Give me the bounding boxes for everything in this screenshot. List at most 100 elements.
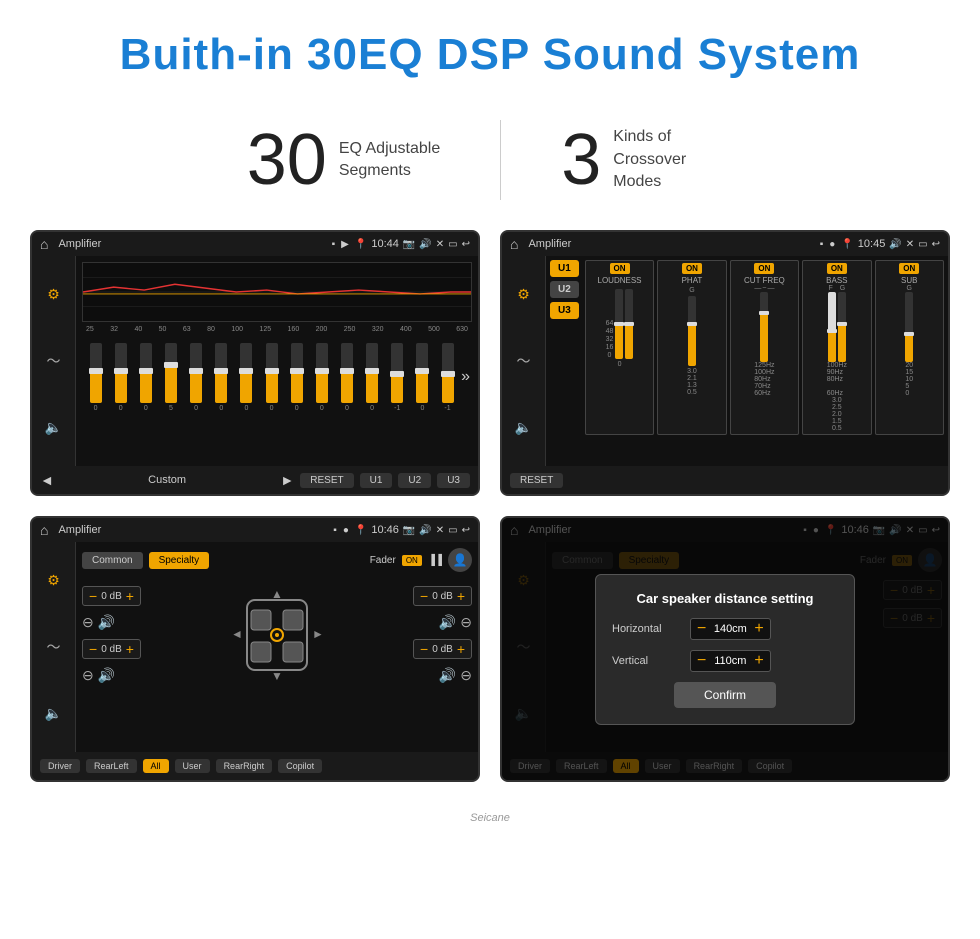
sp-speaker-icon[interactable]: 🔈 [45, 705, 62, 722]
sp-tl-icon1: ⊖ [82, 614, 94, 631]
eq-slider-5[interactable]: 0 [210, 343, 233, 412]
status-bar-cx: ⌂ Amplifier ▪ ● 📍 10:45 🔊 ✕ ▭ ↩ [502, 232, 948, 256]
reset-button[interactable]: RESET [300, 473, 353, 488]
expand-icon[interactable]: » [461, 368, 470, 386]
sp-home-icon[interactable]: ⌂ [40, 522, 48, 538]
bass-on[interactable]: ON [827, 263, 847, 274]
sp-close-icon: ✕ [436, 525, 444, 536]
sp-cam-icon: 📷 [403, 525, 415, 536]
sp-top-right-ctrl: − 0 dB + [413, 586, 472, 606]
eq-preset-label: Custom [60, 474, 275, 486]
u1-preset[interactable]: U1 [550, 260, 579, 277]
sp-right-controls: − 0 dB + 🔊 ⊖ − 0 dB + [413, 586, 472, 684]
cx-presets: U1 U2 U3 [550, 260, 579, 319]
cx-wave-icon[interactable]: 〜 [517, 351, 531, 371]
u2-preset[interactable]: U2 [550, 281, 579, 298]
common-mode-button[interactable]: Common [82, 552, 143, 569]
svg-text:▲: ▲ [271, 587, 283, 601]
cx-dot-icon: ● [829, 239, 835, 250]
vertical-plus[interactable]: + [754, 653, 763, 669]
eq-slider-3[interactable]: 5 [159, 343, 182, 412]
u2-button[interactable]: U2 [398, 473, 431, 488]
eq-slider-7[interactable]: 0 [260, 343, 283, 412]
tl-plus-btn[interactable]: + [126, 589, 134, 603]
sub-track[interactable] [905, 292, 913, 362]
eq-slider-8[interactable]: 0 [285, 343, 308, 412]
sp-loc-icon: 📍 [355, 525, 367, 536]
br-minus-btn[interactable]: − [420, 642, 428, 656]
cx-home-icon[interactable]: ⌂ [510, 236, 518, 252]
u3-preset[interactable]: U3 [550, 302, 579, 319]
eq-slider-0[interactable]: 0 [84, 343, 107, 412]
eq-slider-1[interactable]: 0 [109, 343, 132, 412]
prev-icon[interactable]: ◄ [40, 472, 54, 488]
cx-back-icon[interactable]: ↩ [932, 239, 940, 250]
stats-row: 30 EQ AdjustableSegments 3 Kinds ofCross… [0, 100, 980, 230]
eq-slider-14[interactable]: -1 [436, 343, 459, 412]
br-plus-btn[interactable]: + [457, 642, 465, 656]
eq-slider-13[interactable]: 0 [411, 343, 434, 412]
eq-slider-9[interactable]: 0 [310, 343, 333, 412]
loudness-on[interactable]: ON [610, 263, 630, 274]
cx-speaker-icon[interactable]: 🔈 [515, 419, 532, 436]
cutfreq-on[interactable]: ON [754, 263, 774, 274]
home-icon[interactable]: ⌂ [40, 236, 48, 252]
phat-on[interactable]: ON [682, 263, 702, 274]
loudness-track2[interactable] [625, 289, 633, 359]
freq-32: 32 [110, 326, 118, 333]
cx-screen-icon: ▭ [918, 239, 927, 250]
eq-content: ⚙ 〜 🔈 [32, 256, 478, 466]
eq-slider-2[interactable]: 0 [134, 343, 157, 412]
tr-minus-btn[interactable]: − [420, 589, 428, 603]
back-icon[interactable]: ↩ [462, 239, 470, 250]
bass-track2[interactable] [838, 292, 846, 362]
waveform-icon[interactable]: 〜 [47, 351, 61, 371]
eq-slider-10[interactable]: 0 [335, 343, 358, 412]
u1-button[interactable]: U1 [360, 473, 393, 488]
sp-content: ⚙ 〜 🔈 Common Specialty Fader ON ▐▐ 👤 [32, 542, 478, 752]
screen-eq-title: Amplifier [54, 238, 325, 250]
sub-on[interactable]: ON [899, 263, 919, 274]
loudness-track1[interactable] [615, 289, 623, 359]
driver-button[interactable]: Driver [40, 759, 80, 773]
next-icon[interactable]: ► [280, 472, 294, 488]
eq-slider-12[interactable]: -1 [386, 343, 409, 412]
tl-db-val: 0 dB [101, 591, 122, 602]
eq-slider-11[interactable]: 0 [361, 343, 384, 412]
watermark-text: Seicane [470, 812, 510, 824]
watermark: Seicane [0, 812, 980, 834]
cutfreq-track[interactable] [760, 292, 768, 362]
eq-sliders: 0 0 0 5 0 [82, 337, 472, 417]
horizontal-minus[interactable]: − [697, 621, 706, 637]
phat-track[interactable] [688, 296, 696, 366]
u3-button[interactable]: U3 [437, 473, 470, 488]
tl-minus-btn[interactable]: − [89, 589, 97, 603]
cx-reset-button[interactable]: RESET [510, 473, 563, 488]
fader-on-badge: ON [402, 555, 422, 566]
sp-br-icon1: ⊖ [460, 667, 472, 684]
bass-track1[interactable] [828, 292, 836, 362]
eq-slider-6[interactable]: 0 [235, 343, 258, 412]
specialty-mode-button[interactable]: Specialty [149, 552, 210, 569]
confirm-button[interactable]: Confirm [674, 682, 776, 708]
sp-back-icon[interactable]: ↩ [462, 525, 470, 536]
page-header: Buith-in 30EQ DSP Sound System [0, 0, 980, 100]
cx-eq-icon[interactable]: ⚙ [517, 286, 530, 303]
freq-200: 200 [316, 326, 328, 333]
eq-slider-4[interactable]: 0 [185, 343, 208, 412]
speaker-icon[interactable]: 🔈 [45, 419, 62, 436]
horizontal-row: Horizontal − 140cm + [612, 618, 838, 640]
eq-icon-active[interactable]: ⚙ [47, 286, 60, 303]
tr-plus-btn[interactable]: + [457, 589, 465, 603]
vertical-minus[interactable]: − [697, 653, 706, 669]
bl-minus-btn[interactable]: − [89, 642, 97, 656]
avatar-button[interactable]: 👤 [448, 548, 472, 572]
freq-400: 400 [400, 326, 412, 333]
stat-eq-number: 30 [247, 124, 327, 196]
sp-wave-icon[interactable]: 〜 [47, 637, 61, 657]
horizontal-plus[interactable]: + [754, 621, 763, 637]
bl-plus-btn[interactable]: + [126, 642, 134, 656]
stat-crossover-label: Kinds ofCrossover Modes [613, 126, 733, 193]
sp-eq-icon[interactable]: ⚙ [47, 572, 60, 589]
phat-label: PHAT [682, 276, 703, 285]
